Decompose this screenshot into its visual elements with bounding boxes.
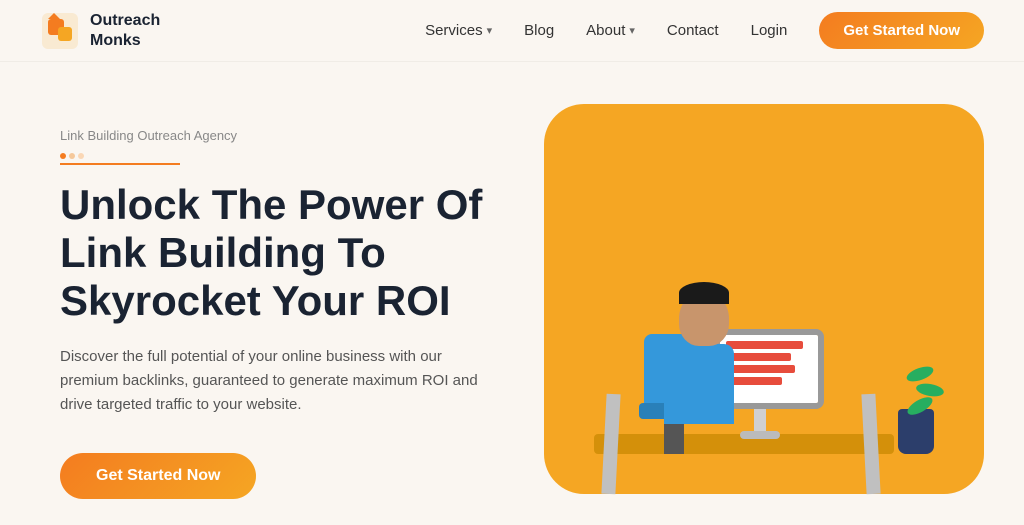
nav-about[interactable]: About ▾ (586, 22, 635, 39)
tagline-text: Link Building Outreach Agency (60, 128, 237, 143)
screen-line (726, 341, 803, 349)
person-body (664, 344, 734, 424)
hero-illustration (504, 104, 964, 524)
hero-content: Link Building Outreach Agency Unlock The… (60, 128, 500, 500)
screen-line (726, 377, 782, 385)
dot-1 (60, 153, 66, 159)
dot-2 (69, 153, 75, 159)
leaf (905, 363, 935, 384)
screen-line (726, 365, 795, 373)
desk-leg-right (861, 393, 880, 494)
dot-3 (78, 153, 84, 159)
nav-contact[interactable]: Contact (667, 22, 719, 39)
nav-login[interactable]: Login (751, 22, 788, 39)
hero-illustration-content (534, 114, 954, 494)
nav-cta-button[interactable]: Get Started Now (819, 12, 984, 49)
desk-leg-left (601, 393, 620, 494)
logo-icon (40, 11, 80, 51)
nav-blog[interactable]: Blog (524, 22, 554, 39)
tagline-area: Link Building Outreach Agency (60, 128, 500, 143)
tagline-dots (60, 153, 500, 159)
hero-title: Unlock The Power Of Link Building To Sky… (60, 181, 500, 326)
logo[interactable]: Outreach Monks (40, 11, 160, 51)
hero-cta-button[interactable]: Get Started Now (60, 453, 256, 499)
nav-links: Services ▾ Blog About ▾ Contact Login Ge… (425, 12, 984, 49)
brand-name: Outreach Monks (90, 11, 160, 49)
person-hair (679, 282, 729, 304)
monitor-screen (720, 335, 818, 403)
leaf (915, 381, 945, 398)
navbar: Outreach Monks Services ▾ Blog About ▾ C… (0, 0, 1024, 62)
nav-services[interactable]: Services ▾ (425, 22, 492, 39)
chevron-down-icon: ▾ (487, 24, 493, 37)
screen-line (726, 353, 791, 361)
plant-leaves (906, 368, 944, 412)
hero-description: Discover the full potential of your onli… (60, 345, 500, 417)
hero-section: Link Building Outreach Agency Unlock The… (0, 62, 1024, 525)
chevron-down-icon: ▾ (629, 24, 635, 37)
plant-pot (898, 409, 934, 454)
monitor-base (740, 431, 780, 439)
tagline-underline (60, 163, 180, 165)
